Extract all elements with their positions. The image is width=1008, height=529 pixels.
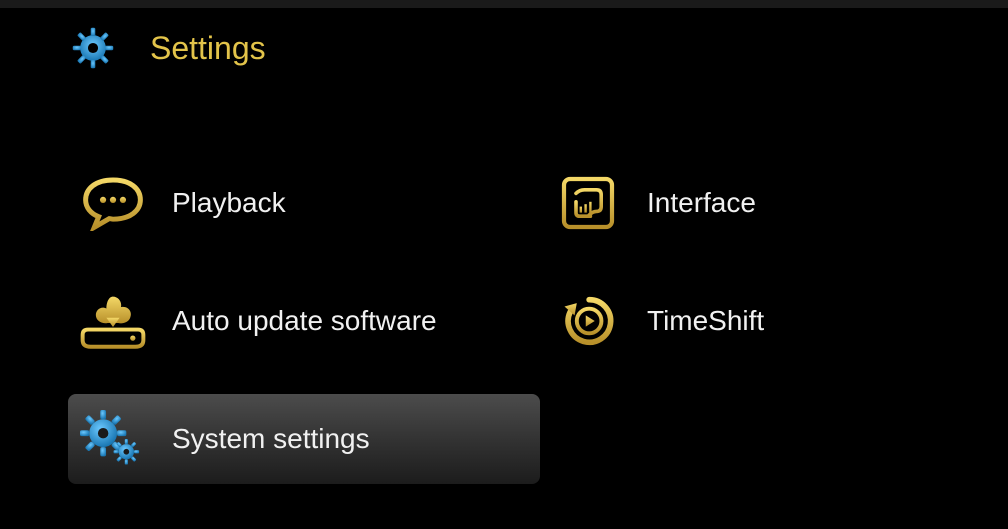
settings-menu: Playback Interface [0, 158, 1008, 484]
menu-item-label: System settings [172, 423, 370, 455]
menu-item-label: Playback [172, 187, 286, 219]
top-bar [0, 0, 1008, 8]
menu-item-auto-update[interactable]: Auto update software [68, 276, 543, 366]
page-header: Settings [0, 8, 1008, 78]
menu-item-playback[interactable]: Playback [68, 158, 543, 248]
menu-item-label: TimeShift [647, 305, 764, 337]
gear-icon [58, 18, 128, 78]
menu-item-label: Interface [647, 187, 756, 219]
menu-item-timeshift[interactable]: TimeShift [543, 276, 1008, 366]
download-icon [78, 291, 148, 351]
interface-icon [553, 173, 623, 233]
timeshift-icon [553, 291, 623, 351]
menu-item-label: Auto update software [172, 305, 437, 337]
page-title: Settings [150, 30, 266, 67]
menu-item-interface[interactable]: Interface [543, 158, 1008, 248]
speech-icon [78, 173, 148, 233]
gears-icon [78, 409, 148, 469]
menu-item-system-settings[interactable]: System settings [68, 394, 540, 484]
